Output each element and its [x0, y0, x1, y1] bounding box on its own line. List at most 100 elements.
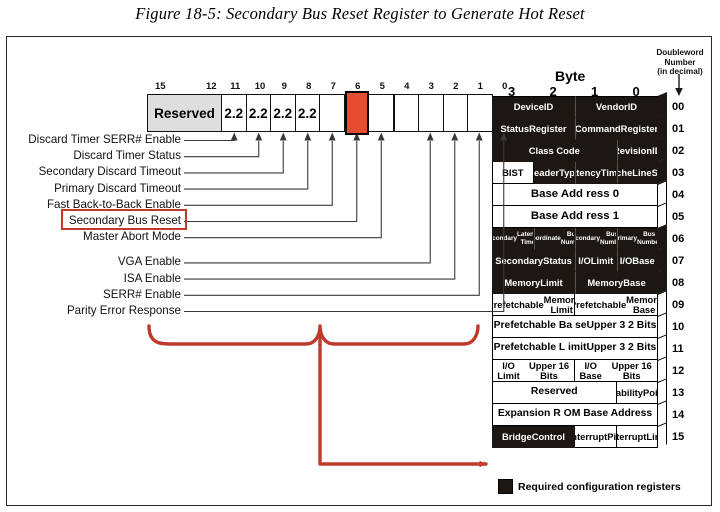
doubleword-header-line1: Doubleword [656, 48, 704, 57]
register-cell-line: Limit [590, 254, 614, 266]
bit-cell-label: 2.2 [297, 105, 317, 121]
doubleword-number-08: 08 [672, 277, 685, 289]
bit-label-serr-enable[interactable]: SERR# Enable [103, 288, 181, 301]
register-cell-prefetchable-l-imit-upper-3-2-bits[interactable]: Prefetchable L imit Upper 3 2 Bits [492, 338, 658, 360]
register-cell-memory-limit[interactable]: Memory Limit [492, 272, 575, 294]
register-cell-status-register[interactable]: Status Register [492, 118, 575, 140]
register-cell-bridge-control[interactable]: Bridge Control [492, 426, 575, 448]
bit-cell-10[interactable]: 2.2 [246, 94, 271, 132]
register-cell-vendor-id[interactable]: Vendor ID [575, 96, 658, 118]
register-cell-base-add-ress-0[interactable]: Base Add ress 0 [492, 184, 658, 206]
bit-label-primary-discard-timeout[interactable]: Primary Discard Timeout [54, 182, 181, 195]
bit-number-1: 1 [477, 81, 483, 92]
doubleword-number-05: 05 [672, 211, 685, 223]
register-cell-base-add-ress-1[interactable]: Base Add ress 1 [492, 206, 658, 228]
register-cell-interrupt-pin[interactable]: InterruptPin [575, 426, 617, 448]
register-cell-line: Limit [540, 276, 563, 288]
bit-cell-label: Reserved [154, 105, 215, 121]
register-cell-i-o-base-upper-16-bits[interactable]: I/O Base Upper 16 Bits [575, 360, 658, 382]
register-row-13: Reserved CapabilityPointer [492, 382, 658, 404]
register-cell-prefetchable-memory-limit[interactable]: PrefetchableMemory Limit [492, 294, 575, 316]
register-cell-header-type[interactable]: HeaderType [533, 162, 575, 184]
bit-cell-1[interactable] [443, 94, 468, 132]
register-cell-class-code[interactable]: Class Code [492, 140, 617, 162]
register-cell-revision-id[interactable]: RevisionID [616, 140, 658, 162]
bit-number-3: 3 [428, 81, 434, 92]
bit-label-text: ISA Enable [123, 271, 181, 285]
bit-cell-3[interactable] [394, 94, 419, 132]
bit-number-5: 5 [379, 81, 385, 92]
bit-label-secondary-discard-timeout[interactable]: Secondary Discard Timeout [39, 165, 181, 178]
register-cell-prefetchable-ba-se-upper-3-2-bits[interactable]: Prefetchable Ba se Upper 3 2 Bits [492, 316, 658, 338]
legend-swatch-required [498, 479, 513, 494]
register-cell-secondary-bus-number[interactable]: SecondaryBus Number [575, 228, 617, 250]
bit-label-master-abort-mode[interactable]: Master Abort Mode [83, 230, 181, 243]
bit-cell-6[interactable] [344, 91, 369, 135]
register-row-08: Memory Limit Memory Base [492, 272, 658, 294]
bit-cell-0[interactable] [468, 94, 493, 132]
register-row-03: BIST HeaderTypeLatencyTimerCacheLineSize [492, 162, 658, 184]
bit-cell-15-12[interactable]: Reserved [147, 94, 222, 132]
register-cell-line: Prefetchable Ba se [493, 320, 587, 332]
doubleword-number-04: 04 [672, 189, 685, 201]
register-cell-capability-pointer[interactable]: CapabilityPointer [616, 382, 658, 404]
register-cell-prefetchable-memory-base[interactable]: PrefetchableMemory Base [575, 294, 658, 316]
doubleword-number-12: 12 [672, 365, 685, 377]
register-cell-device-id[interactable]: Device ID [492, 96, 575, 118]
register-cell-line: Interrupt [575, 430, 608, 442]
register-row-05: Base Add ress 1 [492, 206, 658, 228]
register-row-04: Base Add ress 0 [492, 184, 658, 206]
register-cell-line: I/O [578, 254, 591, 266]
doubleword-number-03: 03 [672, 167, 685, 179]
bit-label-text: Secondary Discard Timeout [38, 165, 181, 179]
register-cell-line: Upper 3 2 Bits [586, 320, 657, 332]
register-cell-interrupt-line[interactable]: InterruptLine [616, 426, 658, 448]
register-row-15: BridgeControlInterruptPinInterruptLine [492, 426, 658, 448]
bit-label-text: Parity Error Response [66, 304, 181, 317]
register-cell-bist[interactable]: BIST [492, 162, 534, 184]
bit-cell-8[interactable]: 2.2 [295, 94, 320, 132]
register-cell-command-register[interactable]: Command Register [575, 118, 658, 140]
bit-cell-2[interactable] [419, 94, 444, 132]
bit-cell-11[interactable]: 2.2 [222, 94, 247, 132]
bit-number-4: 4 [404, 81, 410, 92]
register-cell-primary-bus-number[interactable]: PrimaryBus Number [616, 228, 658, 250]
bit-number-12: 12 [206, 81, 217, 92]
bit-cell-7[interactable] [320, 94, 345, 132]
register-cell-i-o-limit-upper-16-bits[interactable]: I/O Limit Upper 16 Bits [492, 360, 575, 382]
bit-label-discard-timer-serr-enable[interactable]: Discard Timer SERR# Enable [28, 133, 181, 146]
bit-cell-9[interactable]: 2.2 [271, 94, 296, 132]
register-cell-line: Bus Number [600, 231, 615, 246]
register-cell-secondary-status[interactable]: Secondary Status [492, 250, 575, 272]
register-cell-i-o-base[interactable]: I/O Base [616, 250, 658, 272]
bit-cell-5[interactable] [369, 94, 394, 132]
register-cell-i-o-limit[interactable]: I/O Limit [575, 250, 617, 272]
register-cell-line: Capability [616, 386, 644, 398]
register-cell-line: Register [529, 122, 567, 134]
register-cell-line: Revision [616, 144, 653, 156]
register-cell-cache-line-size[interactable]: CacheLineSize [616, 162, 658, 184]
bit-label-parity-error-response[interactable]: Parity Error Response [67, 304, 181, 317]
register-cell-line: Cache [616, 166, 633, 178]
register-cell-subordinate-bus-number[interactable]: SubordinateBus Number [533, 228, 575, 250]
register-cell-line: Command [575, 122, 621, 134]
register-row-00: Device ID Vendor ID [492, 96, 658, 118]
register-cell-line: Base [623, 276, 646, 288]
register-cell-reserved[interactable]: Reserved [492, 382, 617, 404]
register-cell-line: Bus Number [560, 231, 575, 246]
register-cell-line: Interrupt [616, 430, 647, 442]
bit-label-isa-enable[interactable]: ISA Enable [124, 272, 181, 285]
register-cell-line: Line [646, 430, 657, 442]
register-row-07: Secondary Status I/O Limit I/O Base [492, 250, 658, 272]
register-cell-line: Prefetchable L imit [493, 342, 587, 354]
register-cell-line: Bus Number [637, 231, 657, 246]
doubleword-number-02: 02 [672, 145, 685, 157]
register-cell-latency-timer[interactable]: LatencyTimer [575, 162, 617, 184]
register-cell-secondary-latency-timer[interactable]: SecondaryLatency Timer [492, 228, 534, 250]
register-cell-memory-base[interactable]: Memory Base [575, 272, 658, 294]
bit-label-vga-enable[interactable]: VGA Enable [118, 255, 181, 268]
doubleword-number-09: 09 [672, 299, 685, 311]
register-cell-expansion-r-om-base-address[interactable]: Expansion R OM Base Address [492, 404, 658, 426]
bit-label-discard-timer-status[interactable]: Discard Timer Status [73, 149, 181, 162]
register-row-14: Expansion R OM Base Address [492, 404, 658, 426]
